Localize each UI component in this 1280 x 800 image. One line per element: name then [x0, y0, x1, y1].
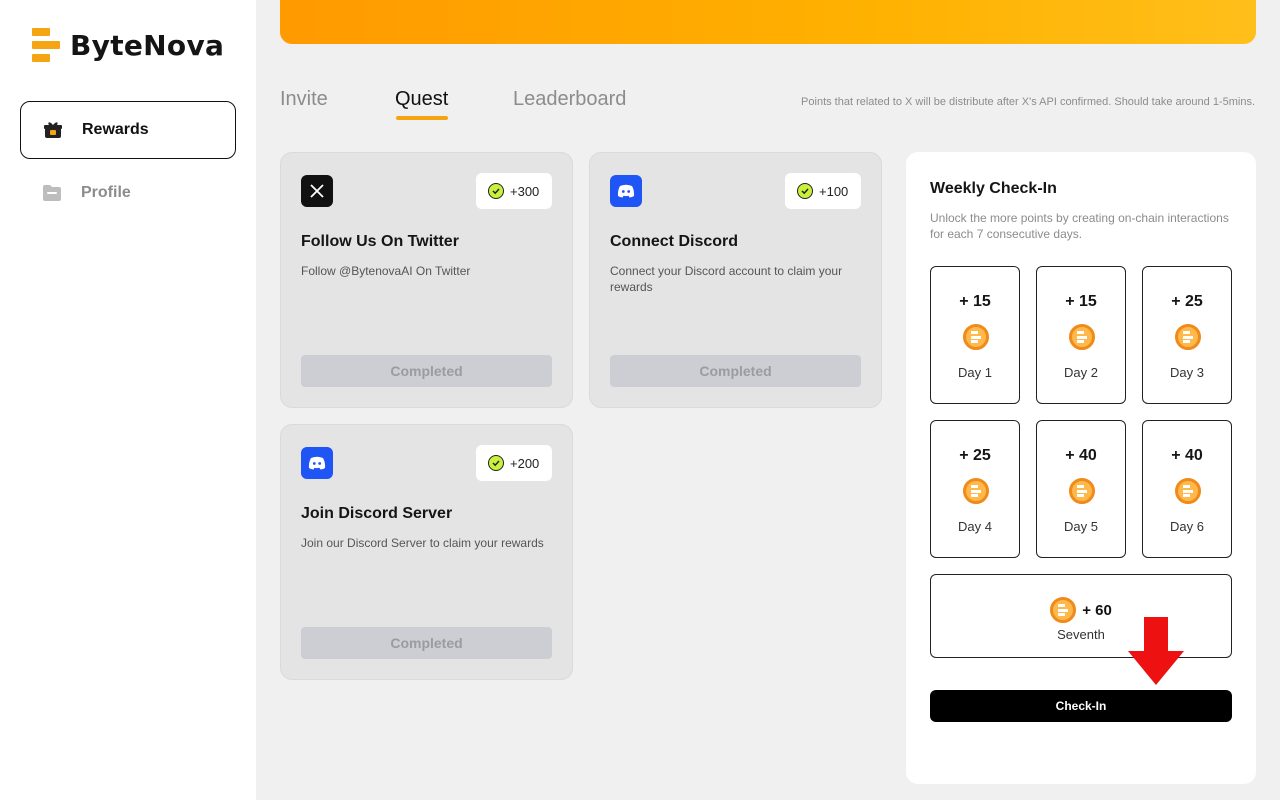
day-card-4[interactable]: + 25 Day 4 — [930, 420, 1020, 558]
tab-leaderboard[interactable]: Leaderboard — [513, 88, 626, 111]
points-value: +300 — [510, 183, 540, 199]
discord-icon — [301, 447, 333, 479]
points-value: +200 — [510, 455, 540, 471]
day-card-1[interactable]: + 15 Day 1 — [930, 266, 1020, 404]
coin-icon — [1069, 324, 1095, 350]
brand-name: ByteNova — [70, 28, 225, 62]
check-icon — [488, 455, 504, 471]
day-points: + 40 — [1171, 447, 1203, 464]
coin-icon — [963, 478, 989, 504]
coin-icon — [1050, 597, 1077, 623]
day-label: Day 5 — [1064, 519, 1098, 534]
day-label: Day 3 — [1170, 365, 1204, 380]
gift-icon — [43, 120, 63, 140]
sidebar-item-label: Rewards — [82, 121, 149, 138]
sidebar-item-rewards[interactable]: Rewards — [20, 101, 236, 159]
points-badge: +200 — [476, 445, 552, 481]
day-points: + 15 — [1065, 293, 1097, 310]
weekly-checkin-panel: Weekly Check-In Unlock the more points b… — [906, 152, 1256, 784]
sidebar: ByteNova Rewards Profile — [0, 0, 256, 800]
quest-description: Connect your Discord account to claim yo… — [610, 264, 843, 294]
coin-icon — [1175, 324, 1201, 350]
day-points: + 25 — [1171, 293, 1203, 310]
day-card-6[interactable]: + 40 Day 6 — [1142, 420, 1232, 558]
checkin-description: Unlock the more points by creating on-ch… — [930, 211, 1229, 241]
quest-card-connect-discord: +100 Connect Discord Connect your Discor… — [589, 152, 882, 408]
completed-button[interactable]: Completed — [610, 355, 861, 387]
folder-icon — [42, 183, 62, 203]
day-label: Day 6 — [1170, 519, 1204, 534]
points-badge: +300 — [476, 173, 552, 209]
sidebar-item-profile[interactable]: Profile — [20, 164, 236, 222]
day-label: Day 4 — [958, 519, 992, 534]
down-arrow-icon — [1128, 617, 1184, 685]
discord-icon — [610, 175, 642, 207]
tab-quest[interactable]: Quest — [395, 88, 448, 111]
active-tab-indicator — [396, 116, 448, 120]
day-label: Day 2 — [1064, 365, 1098, 380]
day-label: Day 1 — [958, 365, 992, 380]
quest-card-twitter: +300 Follow Us On Twitter Follow @Byteno… — [280, 152, 573, 408]
completed-button[interactable]: Completed — [301, 627, 552, 659]
tab-invite[interactable]: Invite — [280, 88, 328, 111]
quest-title: Join Discord Server — [301, 505, 453, 522]
checkin-title: Weekly Check-In — [930, 180, 1057, 197]
quest-title: Follow Us On Twitter — [301, 233, 459, 250]
completed-button[interactable]: Completed — [301, 355, 552, 387]
x-points-note: Points that related to X will be distrib… — [801, 96, 1255, 108]
day-card-3[interactable]: + 25 Day 3 — [1142, 266, 1232, 404]
check-icon — [488, 183, 504, 199]
points-badge: +100 — [785, 173, 861, 209]
day-points: + 25 — [959, 447, 991, 464]
x-logo-icon — [301, 175, 333, 207]
quest-description: Follow @BytenovaAI On Twitter — [301, 264, 471, 278]
top-banner — [280, 0, 1256, 44]
seventh-reward: + 60 — [931, 597, 1231, 623]
sidebar-item-label: Profile — [81, 184, 131, 201]
quest-card-join-discord: +200 Join Discord Server Join our Discor… — [280, 424, 573, 680]
day-card-2[interactable]: + 15 Day 2 — [1036, 266, 1126, 404]
coin-icon — [1175, 478, 1201, 504]
day-points: + 60 — [1082, 601, 1112, 619]
check-icon — [797, 183, 813, 199]
day-points: + 15 — [959, 293, 991, 310]
day-card-5[interactable]: + 40 Day 5 — [1036, 420, 1126, 558]
coin-icon — [963, 324, 989, 350]
logo-icon — [32, 28, 60, 62]
logo[interactable]: ByteNova — [32, 28, 224, 62]
quest-description: Join our Discord Server to claim your re… — [301, 536, 544, 550]
coin-icon — [1069, 478, 1095, 504]
day-points: + 40 — [1065, 447, 1097, 464]
quest-title: Connect Discord — [610, 233, 739, 250]
points-value: +100 — [819, 183, 849, 199]
day-card-seventh[interactable]: + 60 Seventh — [930, 574, 1232, 658]
checkin-button[interactable]: Check-In — [930, 690, 1232, 722]
day-label: Seventh — [1057, 627, 1105, 642]
